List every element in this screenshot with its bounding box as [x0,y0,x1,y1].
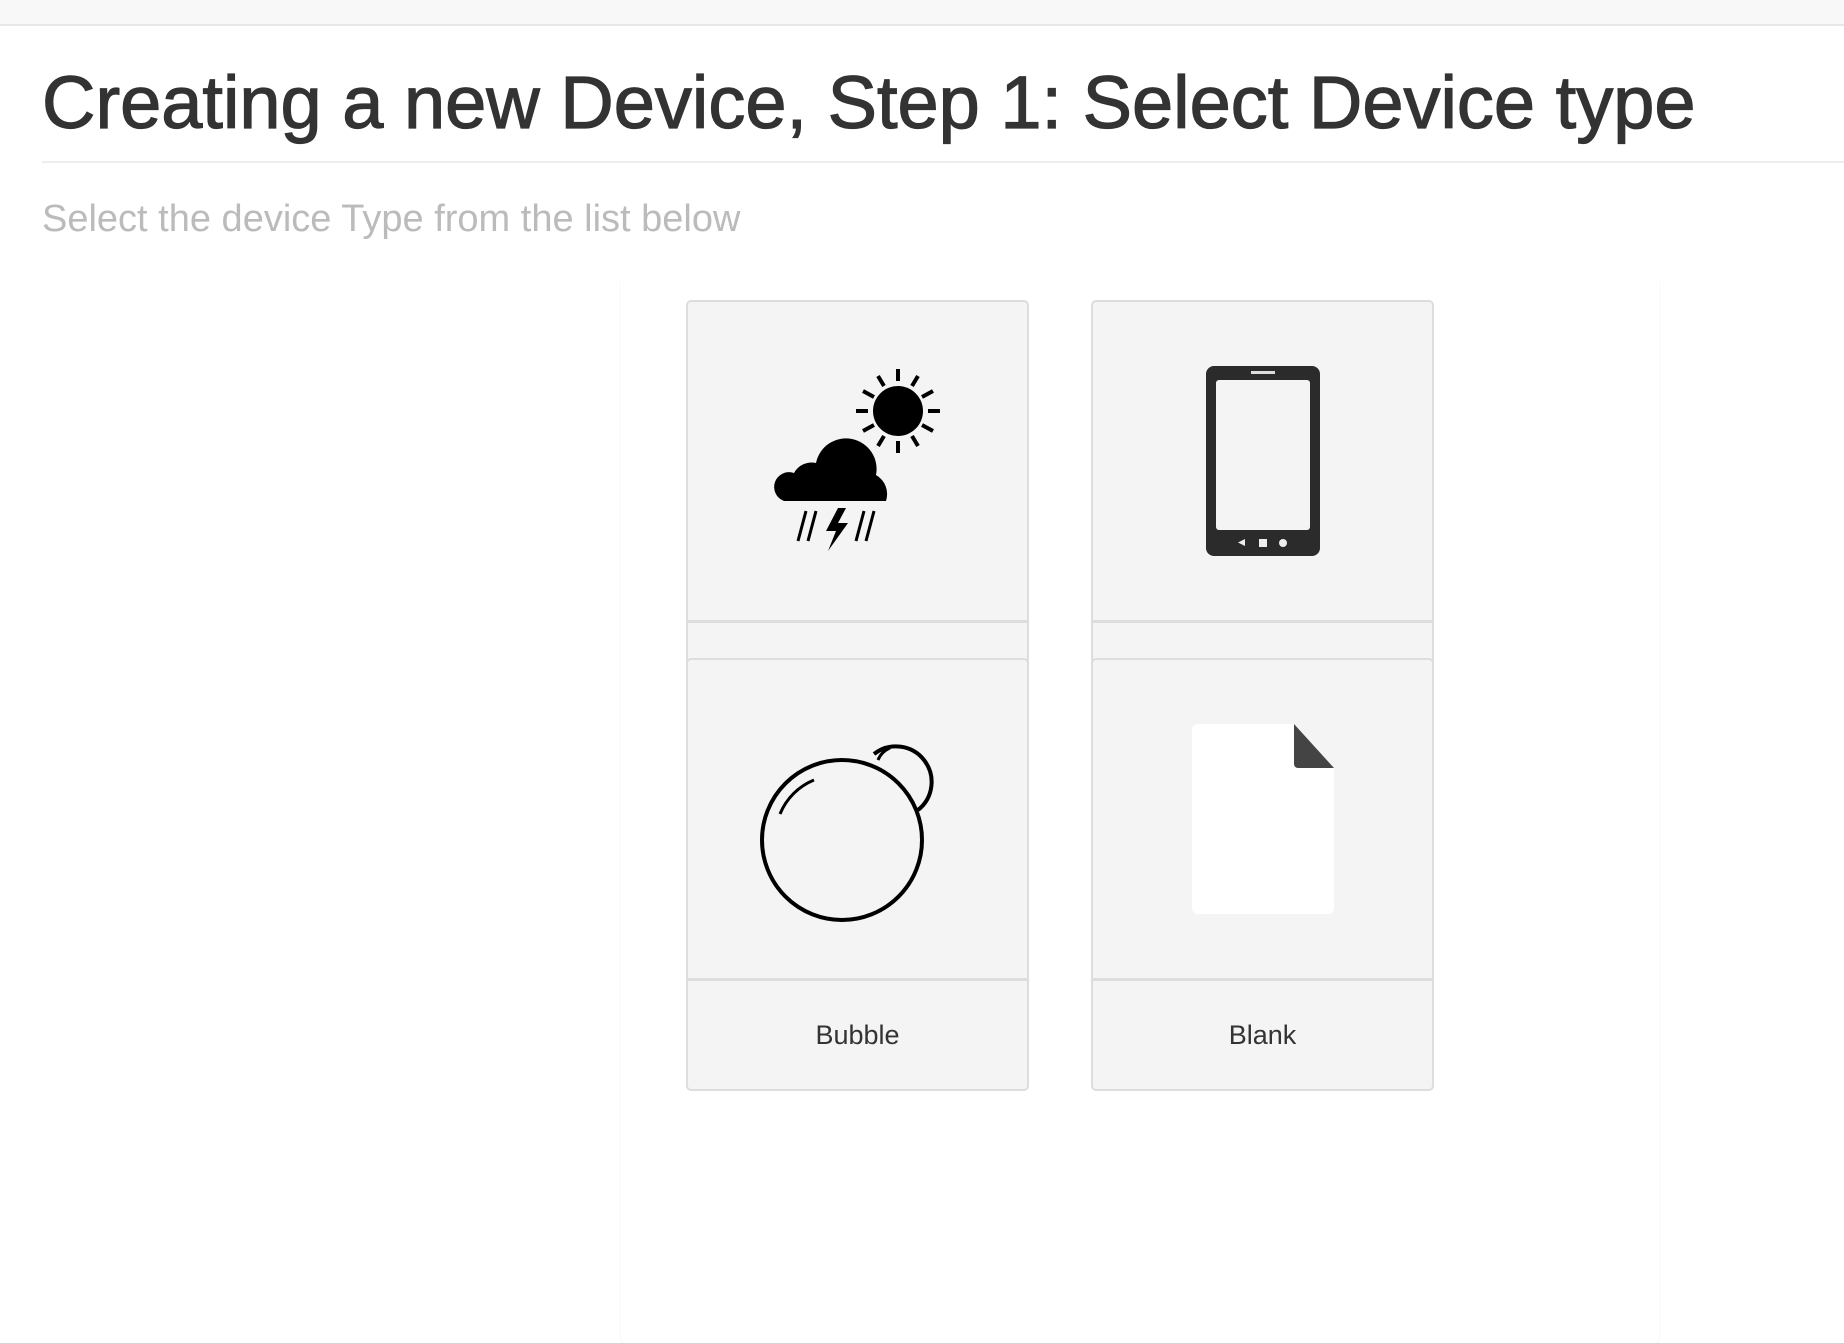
bubble-icon [688,660,1027,981]
page-title: Creating a new Device, Step 1: Select De… [41,60,1696,144]
device-type-bubble[interactable]: Bubble [686,658,1029,1091]
page-subtitle: Select the device Type from the list bel… [42,198,741,240]
smartphone-icon [1093,302,1432,623]
device-type-label: Blank [1228,1019,1297,1050]
title-divider [42,161,1844,163]
blank-document-icon [1093,660,1432,981]
weather-icon [688,302,1027,623]
device-type-blank[interactable]: Blank [1091,658,1434,1091]
device-type-label: Bubble [815,1019,900,1050]
top-navbar [0,0,1844,26]
